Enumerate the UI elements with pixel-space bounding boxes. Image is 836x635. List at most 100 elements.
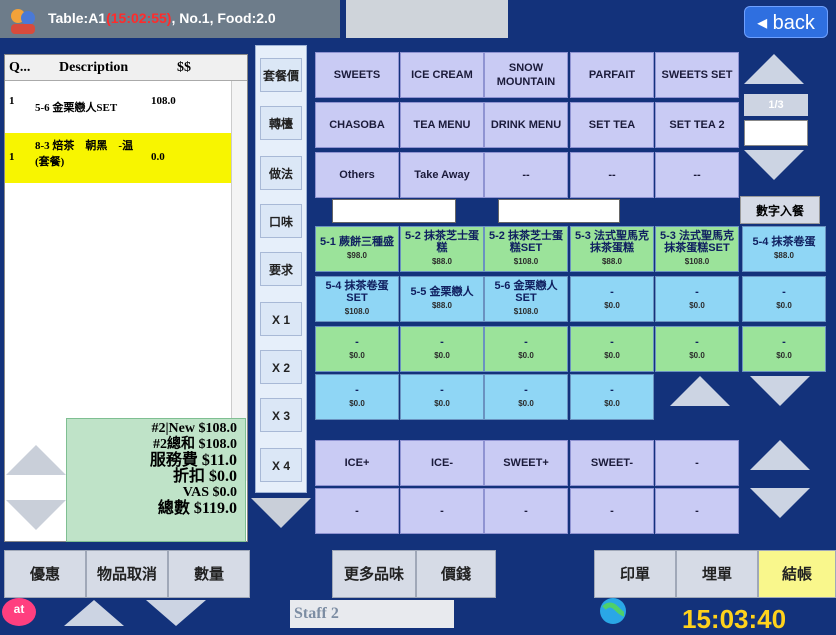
x3-button[interactable]: X 3 — [260, 398, 302, 432]
category-button[interactable]: SWEETS — [315, 52, 399, 98]
item-name: - — [355, 336, 359, 348]
modifier-button[interactable]: - — [315, 488, 399, 534]
page-input[interactable] — [744, 120, 808, 146]
category-button[interactable]: DRINK MENU — [484, 102, 568, 148]
modifier-button[interactable]: - — [484, 488, 568, 534]
price-button[interactable]: 價錢 — [416, 550, 496, 598]
item-page-down-icon[interactable] — [750, 376, 810, 406]
menu-item[interactable]: - $0.0 — [570, 276, 654, 322]
menu-item[interactable]: - $0.0 — [742, 276, 826, 322]
category-button[interactable]: PARFAIT — [570, 52, 654, 98]
x4-button[interactable]: X 4 — [260, 448, 302, 482]
back-button[interactable]: ◂ back — [744, 6, 828, 38]
order-row-selected[interactable]: 1 8-3 焙茶 朝黑 -温 (套餐) 0.0 — [5, 133, 233, 183]
item-price: $0.0 — [776, 351, 792, 360]
modifier-button[interactable]: SWEET- — [570, 440, 654, 486]
category-button[interactable]: -- — [484, 152, 568, 198]
modifier-button[interactable]: SWEET+ — [484, 440, 568, 486]
category-button[interactable]: SET TEA 2 — [655, 102, 739, 148]
menu-item[interactable]: 5-2 抹茶芝士蛋糕 $88.0 — [400, 226, 484, 272]
item-price: $0.0 — [689, 301, 705, 310]
modifier-button[interactable]: - — [655, 488, 739, 534]
modifier-button[interactable]: ICE- — [400, 440, 484, 486]
menu-item[interactable]: - $0.0 — [655, 326, 739, 372]
transfer-table-button[interactable]: 轉檯 — [260, 106, 302, 140]
modifier-button[interactable]: - — [400, 488, 484, 534]
quantity-button[interactable]: 數量 — [168, 550, 250, 598]
method-button[interactable]: 做法 — [260, 156, 302, 190]
flavor-button[interactable]: 口味 — [260, 204, 302, 238]
menu-item[interactable]: 5-2 抹茶芝士蛋糕SET $108.0 — [484, 226, 568, 272]
category-button[interactable]: Take Away — [400, 152, 484, 198]
modifier-page-up-icon[interactable] — [750, 440, 810, 470]
category-button[interactable]: TEA MENU — [400, 102, 484, 148]
x1-button[interactable]: X 1 — [260, 302, 302, 336]
category-button[interactable]: ICE CREAM — [400, 52, 484, 98]
item-name: 5-1 蕨餅三種盛 — [320, 236, 394, 248]
category-page-down-icon[interactable] — [744, 150, 804, 180]
page-down-icon[interactable] — [146, 600, 206, 626]
sidebar-scroll-down-icon[interactable] — [251, 498, 311, 528]
item-price: $108.0 — [513, 257, 539, 266]
menu-item[interactable]: - $0.0 — [570, 326, 654, 372]
category-button[interactable]: -- — [655, 152, 739, 198]
item-price: $0.0 — [518, 399, 534, 408]
menu-item[interactable]: 5-3 法式聖馬克抹茶蛋糕SET $108.0 — [655, 226, 739, 272]
menu-item[interactable]: 5-1 蕨餅三種盛 $98.0 — [315, 226, 399, 272]
order-header: Q... Description $$ — [5, 55, 247, 81]
order-row[interactable]: 1 5-6 金栗戀人SET 108.0 — [5, 95, 233, 125]
category-page-up-icon[interactable] — [744, 54, 804, 84]
checkout-button[interactable]: 結帳 — [758, 550, 836, 598]
menu-item[interactable]: - $0.0 — [484, 374, 568, 420]
request-button[interactable]: 要求 — [260, 252, 302, 286]
item-name: - — [782, 336, 786, 348]
search-input-2[interactable] — [498, 199, 620, 223]
page-up-icon[interactable] — [64, 600, 124, 626]
category-button[interactable]: SWEETS SET — [655, 52, 739, 98]
menu-item[interactable]: - $0.0 — [655, 276, 739, 322]
item-name: - — [695, 336, 699, 348]
item-price: $108.0 — [684, 257, 710, 266]
numeric-entry-button[interactable]: 數字入餐 — [740, 196, 820, 224]
menu-item[interactable]: - $0.0 — [315, 326, 399, 372]
order-scroll-up-icon[interactable] — [6, 445, 66, 475]
discount-button[interactable]: 優惠 — [4, 550, 86, 598]
category-button[interactable]: -- — [570, 152, 654, 198]
menu-item[interactable]: 5-6 金栗戀人SET $108.0 — [484, 276, 568, 322]
menu-item[interactable]: 5-4 抹茶卷蛋 $88.0 — [742, 226, 826, 272]
menu-item[interactable]: - $0.0 — [570, 374, 654, 420]
staff-select[interactable]: Staff 2 — [290, 600, 454, 628]
set-price-button[interactable]: 套餐價 — [260, 58, 302, 92]
category-button[interactable]: CHASOBA — [315, 102, 399, 148]
category-button[interactable]: SET TEA — [570, 102, 654, 148]
cancel-item-button[interactable]: 物品取消 — [86, 550, 168, 598]
menu-item[interactable]: - $0.0 — [400, 326, 484, 372]
search-input-1[interactable] — [332, 199, 456, 223]
menu-item[interactable]: 5-3 法式聖馬克抹茶蛋糕 $88.0 — [570, 226, 654, 272]
item-price: $108.0 — [344, 307, 370, 316]
menu-item[interactable]: - $0.0 — [315, 374, 399, 420]
bill-button[interactable]: 埋單 — [676, 550, 758, 598]
category-button[interactable]: Others — [315, 152, 399, 198]
menu-item[interactable]: - $0.0 — [484, 326, 568, 372]
menu-item[interactable]: - $0.0 — [742, 326, 826, 372]
item-name: - — [695, 286, 699, 298]
x2-button[interactable]: X 2 — [260, 350, 302, 384]
item-price: $0.0 — [434, 351, 450, 360]
order-scroll-down-icon[interactable] — [6, 500, 66, 530]
print-button[interactable]: 印單 — [594, 550, 676, 598]
more-flavors-button[interactable]: 更多品味 — [332, 550, 416, 598]
modifier-button[interactable]: ICE+ — [315, 440, 399, 486]
menu-item[interactable]: 5-4 抹茶卷蛋SET $108.0 — [315, 276, 399, 322]
item-name: 5-6 金栗戀人SET — [494, 280, 558, 304]
item-price: $108.0 — [513, 307, 539, 316]
menu-item[interactable]: 5-5 金栗戀人 $88.0 — [400, 276, 484, 322]
item-page-up-icon[interactable] — [670, 376, 730, 406]
item-name: - — [610, 286, 614, 298]
modifier-button[interactable]: - — [655, 440, 739, 486]
menu-item[interactable]: - $0.0 — [400, 374, 484, 420]
modifier-page-down-icon[interactable] — [750, 488, 810, 518]
category-button[interactable]: SNOW MOUNTAIN — [484, 52, 568, 98]
modifier-button[interactable]: - — [570, 488, 654, 534]
item-price: $0.0 — [518, 351, 534, 360]
